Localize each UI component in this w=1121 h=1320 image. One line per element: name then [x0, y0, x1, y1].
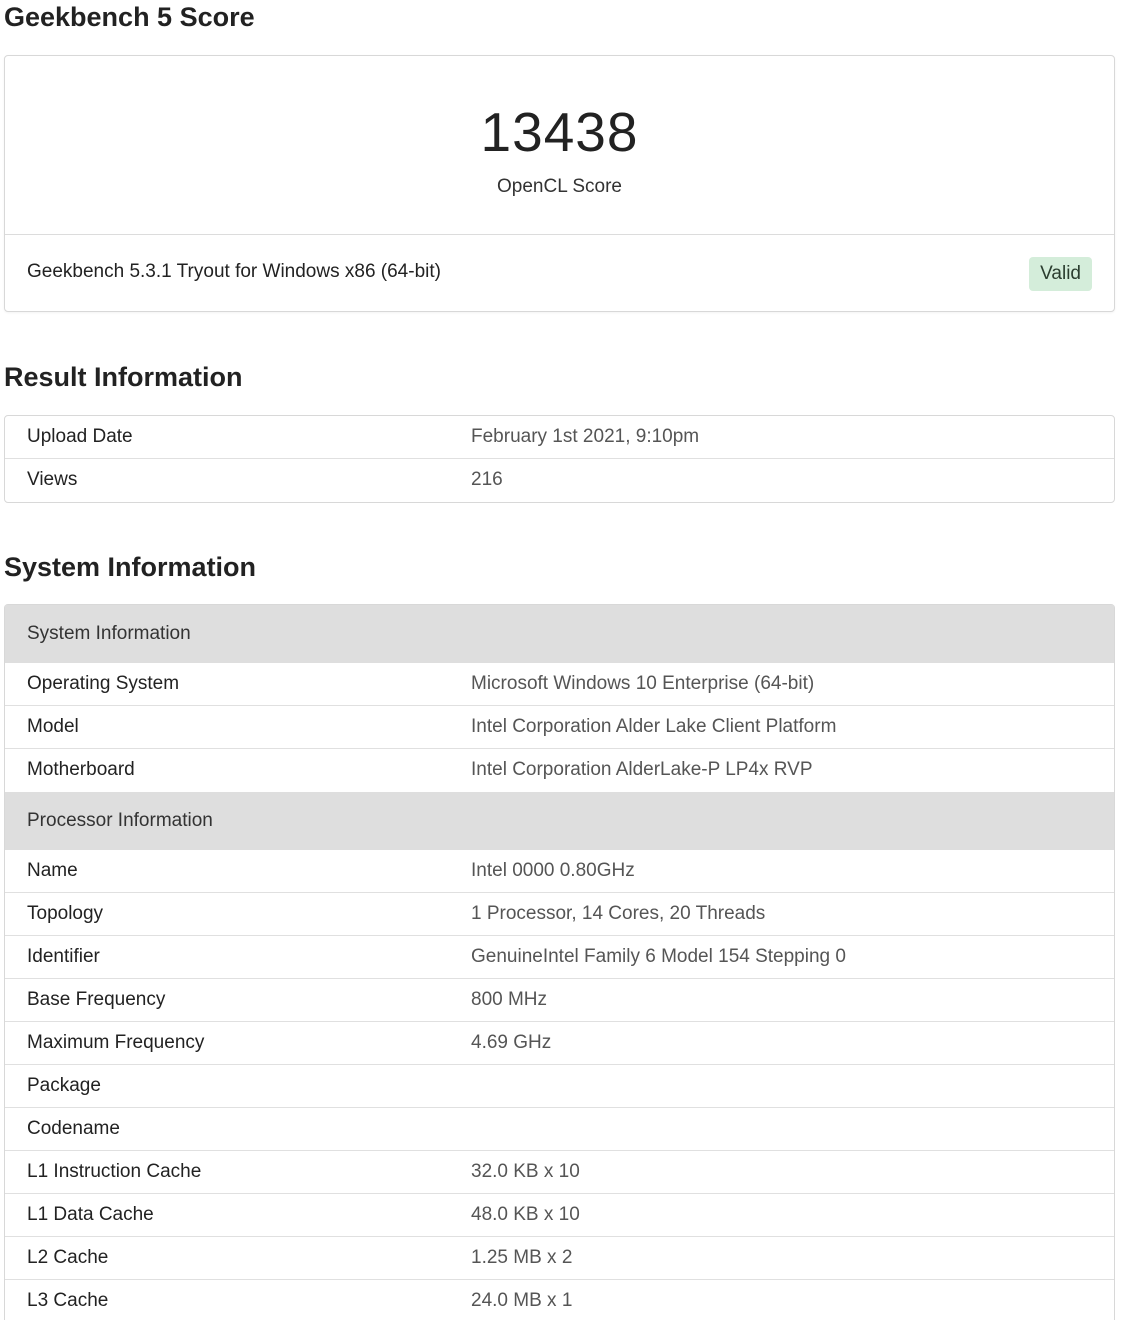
row-label: Upload Date	[27, 426, 133, 447]
table-row: Package	[5, 1065, 1114, 1108]
score-card: 13438 OpenCL Score Geekbench 5.3.1 Tryou…	[4, 55, 1115, 312]
score-panel: 13438 OpenCL Score	[5, 56, 1114, 235]
row-value: 48.0 KB x 10	[471, 1204, 580, 1225]
table-row: Operating System Microsoft Windows 10 En…	[5, 663, 1114, 706]
opencl-score-label: OpenCL Score	[497, 176, 622, 197]
row-label: Topology	[27, 903, 104, 924]
table-row: Upload Date February 1st 2021, 9:10pm	[5, 416, 1114, 459]
row-value: 4.69 GHz	[471, 1032, 552, 1053]
table-row: Base Frequency 800 MHz	[5, 979, 1114, 1022]
row-label: L2 Cache	[27, 1247, 109, 1268]
row-label: Views	[27, 469, 78, 490]
table-row: Codename	[5, 1108, 1114, 1151]
table-row: Maximum Frequency 4.69 GHz	[5, 1022, 1114, 1065]
result-information-table: Upload Date February 1st 2021, 9:10pm Vi…	[4, 415, 1115, 503]
group-header-system: System Information	[5, 605, 1114, 663]
table-row: L1 Instruction Cache 32.0 KB x 10	[5, 1151, 1114, 1194]
version-text: Geekbench 5.3.1 Tryout for Windows x86 (…	[27, 261, 441, 282]
system-information-table: System Information Operating System Micr…	[4, 604, 1115, 1320]
row-label: Model	[27, 716, 79, 737]
table-row: L3 Cache 24.0 MB x 1	[5, 1280, 1114, 1320]
opencl-score-value: 13438	[480, 101, 639, 163]
row-label: Maximum Frequency	[27, 1032, 205, 1053]
row-value: 1 Processor, 14 Cores, 20 Threads	[471, 903, 766, 924]
row-value: Intel Corporation Alder Lake Client Plat…	[471, 716, 837, 737]
table-row: Motherboard Intel Corporation AlderLake-…	[5, 749, 1114, 792]
score-section-title: Geekbench 5 Score	[4, 2, 255, 32]
row-value: Intel Corporation AlderLake-P LP4x RVP	[471, 759, 813, 780]
row-value: Microsoft Windows 10 Enterprise (64-bit)	[471, 673, 815, 694]
table-row: Views 216	[5, 459, 1114, 502]
row-label: L3 Cache	[27, 1290, 109, 1311]
row-value: 1.25 MB x 2	[471, 1247, 573, 1268]
table-row: Topology 1 Processor, 14 Cores, 20 Threa…	[5, 893, 1114, 936]
group-header-label: System Information	[27, 623, 191, 644]
row-label: Name	[27, 860, 78, 881]
table-row: L2 Cache 1.25 MB x 2	[5, 1237, 1114, 1280]
result-section-title: Result Information	[4, 362, 243, 392]
table-row: Model Intel Corporation Alder Lake Clien…	[5, 706, 1114, 749]
row-value: 216	[471, 469, 503, 490]
row-label: Base Frequency	[27, 989, 166, 1010]
table-row: Identifier GenuineIntel Family 6 Model 1…	[5, 936, 1114, 979]
row-value: 24.0 MB x 1	[471, 1290, 573, 1311]
page: Geekbench 5 Score 13438 OpenCL Score Gee…	[0, 0, 1121, 1320]
valid-badge: Valid	[1029, 257, 1092, 291]
row-value: 800 MHz	[471, 989, 548, 1010]
row-value: Intel 0000 0.80GHz	[471, 860, 635, 881]
table-row: Name Intel 0000 0.80GHz	[5, 850, 1114, 893]
group-header-processor: Processor Information	[5, 792, 1114, 850]
row-label: L1 Instruction Cache	[27, 1161, 202, 1182]
row-label: Package	[27, 1075, 101, 1096]
group-header-label: Processor Information	[27, 810, 213, 831]
table-row: L1 Data Cache 48.0 KB x 10	[5, 1194, 1114, 1237]
row-label: Codename	[27, 1118, 120, 1139]
system-section-title: System Information	[4, 552, 257, 582]
row-value: February 1st 2021, 9:10pm	[471, 426, 700, 447]
version-row: Geekbench 5.3.1 Tryout for Windows x86 (…	[5, 235, 1114, 312]
row-label: L1 Data Cache	[27, 1204, 154, 1225]
row-label: Operating System	[27, 673, 180, 694]
row-value: GenuineIntel Family 6 Model 154 Stepping…	[471, 946, 846, 967]
row-label: Motherboard	[27, 759, 135, 780]
row-label: Identifier	[27, 946, 100, 967]
row-value: 32.0 KB x 10	[471, 1161, 580, 1182]
